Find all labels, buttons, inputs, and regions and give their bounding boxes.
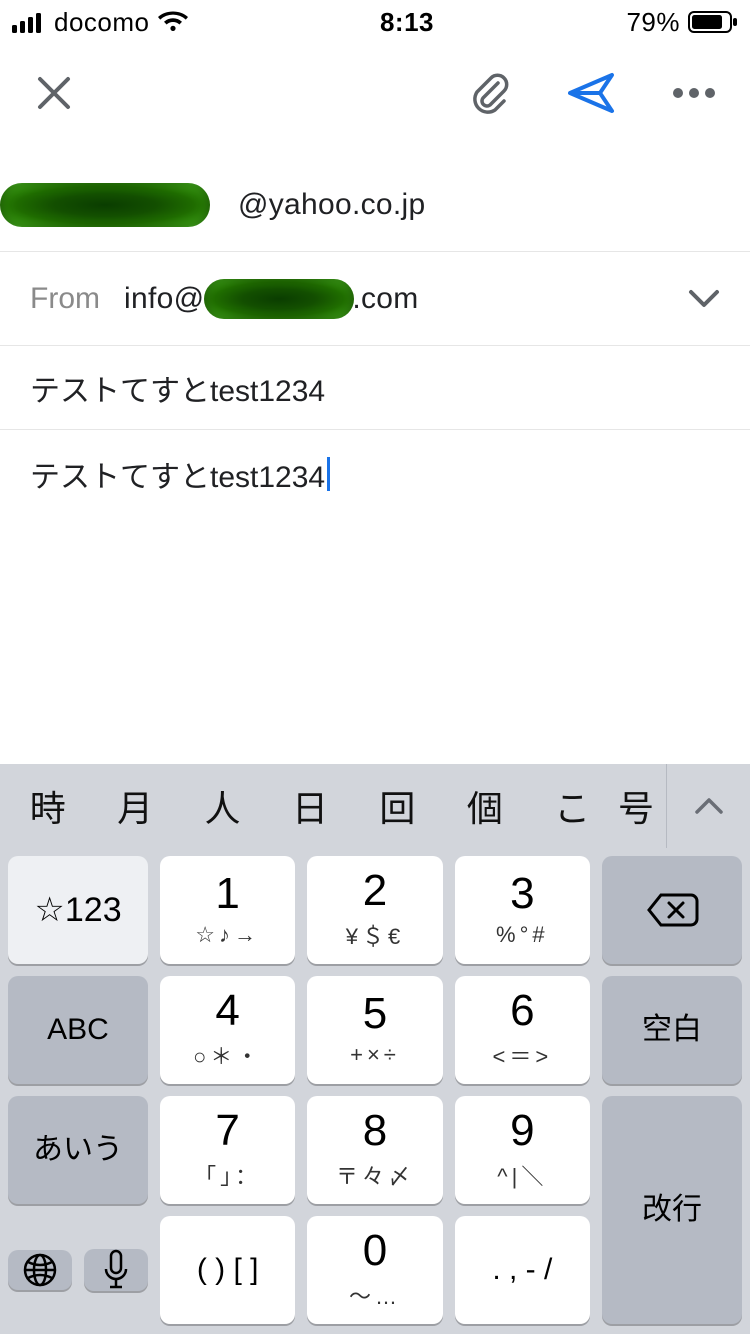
candidate[interactable]: 号 bbox=[616, 780, 656, 832]
cellular-signal-icon bbox=[12, 11, 46, 33]
key-8[interactable]: 8〒々〆 bbox=[307, 1096, 442, 1204]
chevron-up-icon bbox=[694, 797, 724, 815]
key-mode-numsym[interactable]: ☆123 bbox=[8, 856, 148, 964]
text-cursor bbox=[327, 457, 330, 491]
clock: 8:13 bbox=[380, 7, 434, 38]
send-icon bbox=[568, 71, 616, 115]
key-0[interactable]: 0〜… bbox=[307, 1216, 442, 1324]
globe-icon bbox=[20, 1250, 60, 1290]
key-mic[interactable] bbox=[84, 1249, 148, 1291]
key-globe-mic-group bbox=[8, 1216, 148, 1324]
candidate-bar: 時 月 人 日 回 個 こ 号 bbox=[0, 764, 750, 848]
attach-button[interactable] bbox=[468, 71, 512, 118]
candidate[interactable]: 回 bbox=[354, 780, 441, 832]
from-address-suffix: .com bbox=[352, 282, 418, 316]
key-1[interactable]: 1☆♪→ bbox=[160, 856, 295, 964]
key-brackets[interactable]: ( ) [ ] bbox=[160, 1216, 295, 1324]
paperclip-icon bbox=[468, 71, 512, 115]
to-address-suffix: @yahoo.co.jp bbox=[238, 188, 426, 222]
candidate[interactable]: 日 bbox=[266, 780, 353, 832]
status-bar: docomo 8:13 79% bbox=[0, 0, 750, 44]
redacted-mark bbox=[0, 183, 210, 227]
key-2[interactable]: 2¥＄€ bbox=[307, 856, 442, 964]
key-punct[interactable]: . , - / bbox=[455, 1216, 590, 1324]
to-field[interactable]: @yahoo.co.jp bbox=[0, 158, 750, 252]
battery-percentage: 79% bbox=[626, 7, 680, 38]
key-space[interactable]: 空白 bbox=[602, 976, 742, 1084]
key-mode-abc[interactable]: ABC bbox=[8, 976, 148, 1084]
from-label: From bbox=[30, 282, 100, 316]
candidate[interactable]: 個 bbox=[441, 780, 528, 832]
chevron-down-icon[interactable] bbox=[688, 289, 720, 309]
key-return[interactable]: 改行 bbox=[602, 1096, 742, 1324]
body-text: テストてすとtest1234 bbox=[30, 461, 325, 494]
candidate[interactable]: こ bbox=[529, 780, 616, 832]
key-9[interactable]: 9^|＼ bbox=[455, 1096, 590, 1204]
compose-toolbar bbox=[0, 44, 750, 144]
wifi-icon bbox=[158, 11, 188, 33]
send-button[interactable] bbox=[568, 71, 616, 118]
subject-field[interactable]: テストてすとtest1234 bbox=[0, 346, 750, 430]
redacted-mark bbox=[204, 279, 354, 319]
more-icon bbox=[672, 87, 716, 99]
key-6[interactable]: 6<＝> bbox=[455, 976, 590, 1084]
subject-text: テストてすとtest1234 bbox=[30, 366, 325, 410]
key-backspace[interactable] bbox=[602, 856, 742, 964]
more-button[interactable] bbox=[672, 87, 716, 102]
keyboard: 時 月 人 日 回 個 こ 号 ☆123 1☆♪→ 2¥＄€ 3%°# bbox=[0, 764, 750, 1334]
candidate[interactable]: 人 bbox=[179, 780, 266, 832]
close-button[interactable] bbox=[34, 73, 74, 116]
key-globe[interactable] bbox=[8, 1250, 72, 1290]
from-address-prefix: info@ bbox=[124, 282, 204, 316]
key-mode-kana[interactable]: あいう bbox=[8, 1096, 148, 1204]
carrier-label: docomo bbox=[54, 7, 150, 38]
mic-icon bbox=[102, 1249, 130, 1291]
candidate[interactable]: 時 bbox=[4, 780, 91, 832]
candidate-expand-button[interactable] bbox=[666, 764, 750, 848]
from-field[interactable]: From info@ .com bbox=[0, 252, 750, 346]
key-5[interactable]: 5+×÷ bbox=[307, 976, 442, 1084]
body-field[interactable]: テストてすとtest1234 bbox=[0, 430, 750, 764]
key-3[interactable]: 3%°# bbox=[455, 856, 590, 964]
candidate[interactable]: 月 bbox=[91, 780, 178, 832]
key-4[interactable]: 4○＊・ bbox=[160, 976, 295, 1084]
close-icon bbox=[34, 73, 74, 113]
key-7[interactable]: 7「」： bbox=[160, 1096, 295, 1204]
battery-icon bbox=[688, 11, 738, 33]
backspace-icon bbox=[645, 891, 699, 929]
